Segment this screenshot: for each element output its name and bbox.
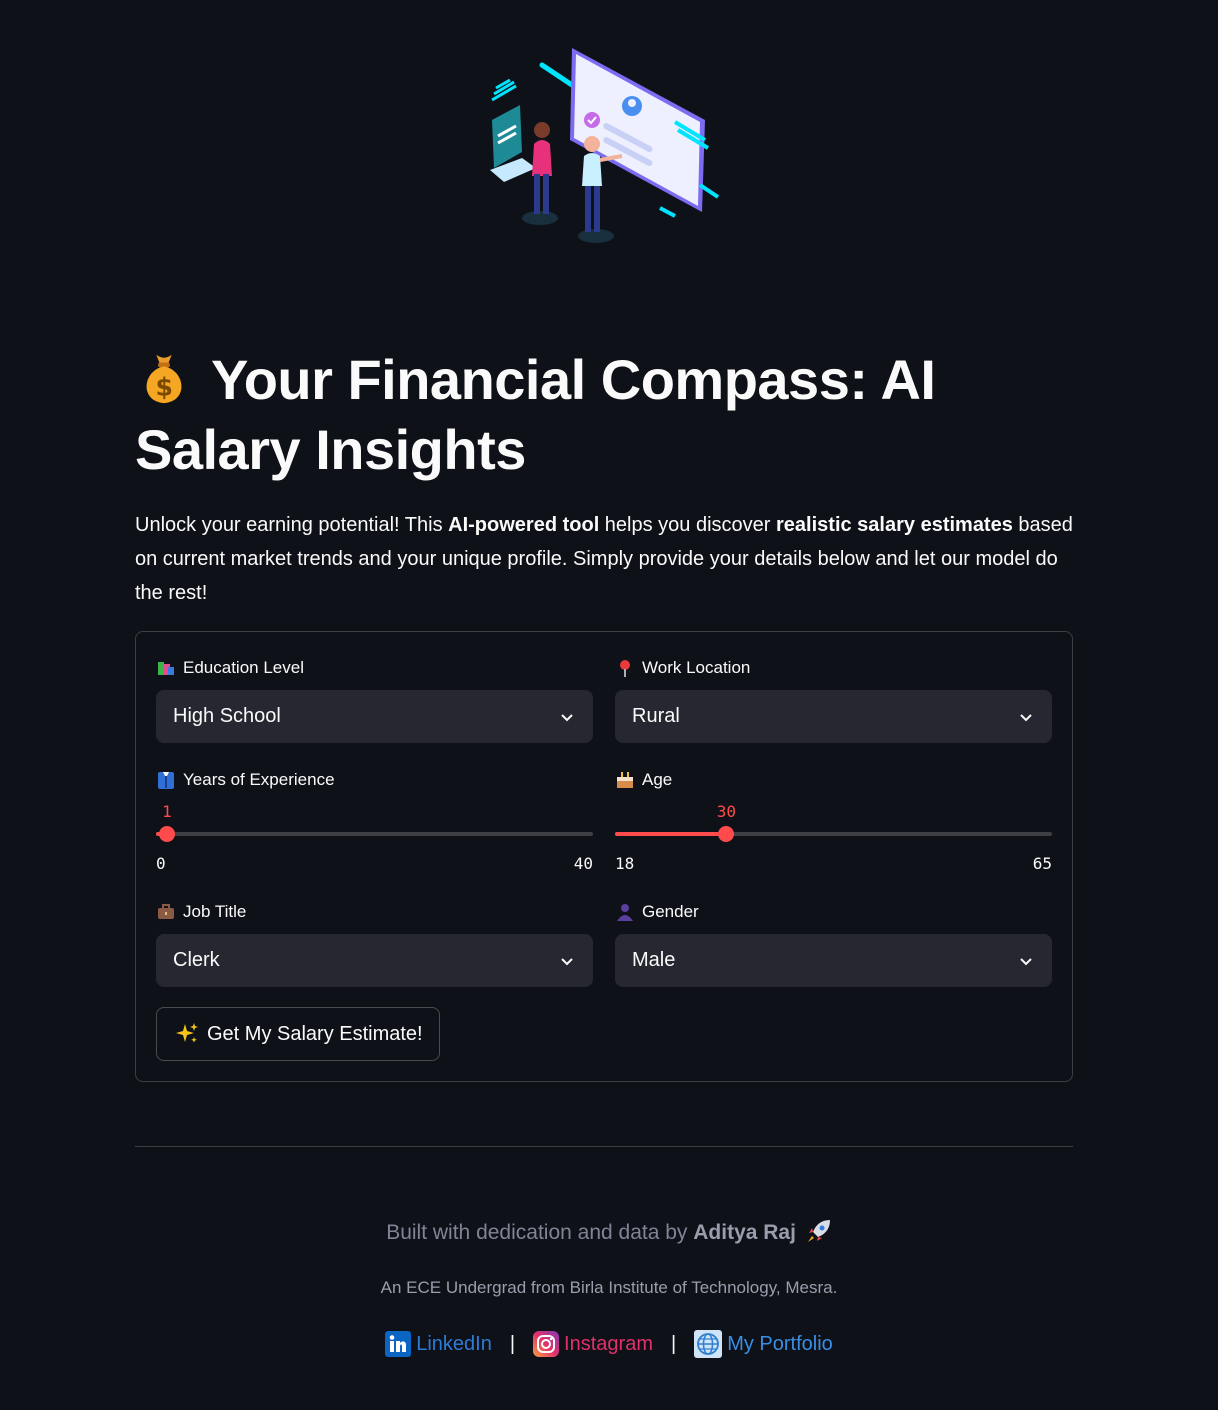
page-title-text: Your Financial Compass: AI Salary Insigh… [135, 348, 936, 481]
experience-slider: Years of Experience 1 0 40 [156, 768, 593, 878]
pin-icon [615, 658, 635, 678]
linkedin-link[interactable]: LinkedIn [385, 1331, 492, 1357]
gender-label-text: Gender [642, 902, 699, 921]
age-fill [615, 832, 727, 836]
svg-text:$: $ [156, 372, 173, 401]
get-salary-estimate-button[interactable]: Get My Salary Estimate! [156, 1007, 440, 1061]
job-value: Clerk [173, 949, 220, 971]
experience-track[interactable] [156, 826, 593, 842]
age-slider: Age 30 18 65 [615, 768, 1052, 878]
footer-credit-text: Built with dedication and data by [386, 1221, 694, 1244]
cake-icon [615, 770, 635, 790]
separator: | [509, 1332, 516, 1355]
experience-label: Years of Experience [156, 768, 593, 792]
gender-select[interactable]: Male [615, 934, 1052, 987]
rocket-icon [807, 1220, 830, 1242]
suit-icon [156, 770, 176, 790]
experience-min: 0 [156, 854, 166, 873]
get-salary-estimate-label: Get My Salary Estimate! [207, 1022, 423, 1045]
chevron-down-icon [561, 957, 573, 965]
portfolio-label: My Portfolio [727, 1332, 833, 1355]
social-links: LinkedIn | Instagram | My Portfolio [0, 1330, 1218, 1358]
age-max: 65 [1032, 854, 1052, 873]
location-label-text: Work Location [642, 658, 751, 677]
age-range: 18 65 [615, 854, 1052, 873]
education-select[interactable]: High School [156, 690, 593, 743]
location-field: Work Location Rural [615, 656, 1052, 743]
location-value: Rural [632, 705, 680, 727]
separator: | [670, 1332, 677, 1355]
intro-part: helps you discover [599, 514, 777, 536]
chevron-down-icon [1020, 713, 1032, 721]
gender-label: Gender [615, 900, 699, 924]
education-label: Education Level [156, 656, 304, 680]
gender-value: Male [632, 949, 676, 971]
education-field: Education Level High School [156, 656, 593, 743]
salary-form: Education Level High School Work Locatio… [135, 631, 1073, 1082]
job-label: Job Title [156, 900, 246, 924]
intro-bold: realistic salary estimates [776, 514, 1013, 536]
money-bag-icon: $ [146, 354, 182, 404]
intro-bold: AI-powered tool [448, 514, 600, 536]
footer-credit: Built with dedication and data by Aditya… [0, 1218, 1218, 1245]
experience-range: 0 40 [156, 854, 593, 873]
age-thumb[interactable] [718, 826, 735, 842]
gender-field: Gender Male [615, 900, 1052, 987]
education-label-text: Education Level [183, 658, 304, 677]
location-label: Work Location [615, 656, 750, 680]
divider [135, 1146, 1073, 1147]
education-value: High School [173, 705, 281, 727]
linkedin-icon [385, 1331, 412, 1357]
experience-current-value: 1 [162, 802, 172, 821]
age-label: Age [615, 768, 1052, 792]
instagram-link[interactable]: Instagram [533, 1331, 653, 1357]
job-field: Job Title Clerk [156, 900, 593, 987]
globe-icon [694, 1330, 723, 1358]
age-track[interactable] [615, 826, 1052, 842]
age-current-value: 30 [716, 802, 737, 821]
job-select[interactable]: Clerk [156, 934, 593, 987]
location-select[interactable]: Rural [615, 690, 1052, 743]
experience-max: 40 [573, 854, 593, 873]
chevron-down-icon [1020, 957, 1032, 965]
sparkles-icon [176, 1023, 198, 1043]
page-title: $ Your Financial Compass: AI Salary Insi… [135, 345, 1095, 485]
footer-subtitle: An ECE Undergrad from Birla Institute of… [380, 1278, 838, 1297]
job-label-text: Job Title [183, 902, 247, 921]
experience-thumb[interactable] [158, 826, 175, 842]
linkedin-label: LinkedIn [416, 1332, 492, 1355]
experience-label-text: Years of Experience [183, 770, 335, 789]
instagram-icon [533, 1331, 560, 1357]
hero-illustration [490, 48, 720, 243]
intro-part: Unlock your earning potential! This [135, 514, 449, 536]
portfolio-link[interactable]: My Portfolio [694, 1330, 833, 1358]
footer-author: Aditya Raj [693, 1221, 796, 1244]
age-label-text: Age [642, 770, 673, 789]
instagram-label: Instagram [564, 1332, 653, 1355]
briefcase-icon [156, 902, 176, 922]
books-icon [156, 658, 176, 678]
chevron-down-icon [561, 713, 573, 721]
age-min: 18 [615, 854, 635, 873]
intro-text: Unlock your earning potential! This AI-p… [135, 508, 1080, 610]
page: $ Your Financial Compass: AI Salary Insi… [0, 0, 1218, 1410]
person-silhouette-icon [615, 902, 635, 922]
